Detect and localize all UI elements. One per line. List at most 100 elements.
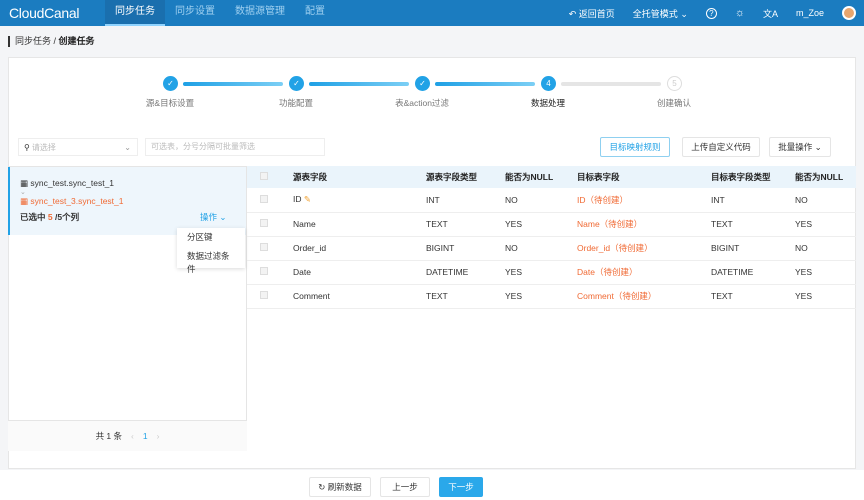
col-header: 能否为NULL	[505, 166, 577, 188]
select-all-checkbox[interactable]	[260, 172, 268, 180]
cell: ID（待创建）	[577, 188, 711, 213]
batch-ops-button[interactable]: 批量操作 ⌄	[769, 137, 831, 157]
cell: TEXT	[426, 212, 505, 237]
primary-key-icon: ✎	[303, 194, 311, 205]
avatar[interactable]	[842, 6, 856, 20]
table-row: Order_id BIGINT NO Order_id（待创建） BIGINT NO	[247, 236, 856, 261]
step-label: 创建确认	[656, 98, 692, 108]
nav-sync-settings[interactable]: 同步设置	[165, 0, 225, 26]
field-mapping-table: 源表字段 源表字段类型 能否为NULL 目标表字段 目标表字段类型 能否为NUL…	[247, 166, 856, 309]
cell: DATETIME	[426, 260, 505, 285]
row-checkbox[interactable]	[260, 291, 268, 299]
translate-icon[interactable]: 文A	[763, 7, 778, 20]
row-checkbox[interactable]	[260, 219, 268, 227]
cell: TEXT	[711, 212, 795, 237]
cell: BIGINT	[711, 236, 795, 261]
step-connector	[561, 82, 661, 86]
cell: YES	[505, 212, 577, 237]
row-checkbox[interactable]	[260, 194, 268, 203]
step-4-number: 4	[541, 76, 556, 91]
cell: INT	[711, 188, 795, 213]
step-connector	[183, 82, 283, 86]
table-filter-input[interactable]: 可选表，分号分隔可批量筛选	[145, 138, 325, 156]
row-checkbox[interactable]	[260, 267, 268, 275]
refresh-button[interactable]: ↻ 刷新数据	[309, 477, 371, 497]
step-5-number: 5	[667, 76, 682, 91]
col-header: 能否为NULL	[795, 166, 856, 188]
chevron-down-icon: ⌄	[124, 142, 131, 152]
step-connector	[309, 82, 409, 86]
row-checkbox[interactable]	[260, 243, 268, 251]
step-1-check-icon: ✓	[163, 76, 178, 91]
ops-dropdown[interactable]: 操作 ⌄	[200, 211, 227, 223]
cell: NO	[795, 236, 856, 261]
col-header: 目标表字段	[577, 166, 711, 188]
next-page-icon[interactable]: ›	[157, 431, 160, 441]
cell: TEXT	[426, 284, 505, 309]
cell: Order_id	[293, 236, 426, 261]
logo: CloudCanal	[9, 5, 80, 21]
table-item[interactable]: ▦ sync_test.sync_test_1 ⌄ ▦ sync_test_3.…	[8, 167, 246, 235]
cell: BIGINT	[426, 236, 505, 261]
step-label: 功能配置	[278, 98, 314, 108]
next-step-button[interactable]: 下一步	[439, 477, 483, 497]
table-icon: ▦	[20, 178, 31, 188]
step-2-check-icon: ✓	[289, 76, 304, 91]
step-connector	[435, 82, 535, 86]
cell: NO	[505, 188, 577, 213]
table-header: 源表字段 源表字段类型 能否为NULL 目标表字段 目标表字段类型 能否为NUL…	[247, 166, 856, 188]
cell: NO	[795, 188, 856, 213]
cell: Name（待创建）	[577, 212, 711, 237]
mapping-rule-button[interactable]: 目标映射规则	[600, 137, 670, 157]
table-select[interactable]: ⚲ 请选择 ⌄	[18, 138, 138, 156]
back-home-link[interactable]: ↶ 返回首页	[569, 7, 615, 20]
menu-data-filter[interactable]: 数据过滤条件	[177, 247, 245, 279]
cell: NO	[505, 236, 577, 261]
cell: Order_id（待创建）	[577, 236, 711, 261]
cell: YES	[795, 212, 856, 237]
upload-code-button[interactable]: 上传自定义代码	[682, 137, 760, 157]
cell: ID ✎	[293, 188, 426, 213]
target-table-icon: ▦	[20, 196, 31, 206]
help-icon[interactable]: ?	[705, 7, 717, 19]
pagination: 共 1 条 ‹ 1 ›	[8, 420, 247, 451]
menu-partition-key[interactable]: 分区键	[177, 228, 245, 247]
prev-page-icon[interactable]: ‹	[131, 431, 134, 441]
cell: Date（待创建）	[577, 260, 711, 285]
step-label: 源&目标设置	[145, 98, 195, 108]
cell: YES	[505, 260, 577, 285]
page-1[interactable]: 1	[143, 431, 148, 441]
cell: Date	[293, 260, 426, 285]
username[interactable]: m_Zoe	[796, 8, 824, 18]
nav-sync-tasks[interactable]: 同步任务	[105, 0, 165, 26]
search-icon: ⚲	[24, 142, 30, 152]
cell: Comment（待创建）	[577, 284, 711, 309]
nav-datasource[interactable]: 数据源管理	[225, 0, 295, 26]
footer-bar: ↻ 刷新数据 上一步 下一步	[0, 470, 864, 500]
breadcrumb-parent[interactable]: 同步任务	[15, 36, 51, 46]
step-3-check-icon: ✓	[415, 76, 430, 91]
table-list: ▦ sync_test.sync_test_1 ⌄ ▦ sync_test_3.…	[8, 166, 247, 450]
cell: DATETIME	[711, 260, 795, 285]
back-icon: ↶	[568, 8, 579, 19]
prev-step-button[interactable]: 上一步	[380, 477, 430, 497]
mode-dropdown[interactable]: 全托管模式 ⌄	[633, 7, 688, 20]
cell: TEXT	[711, 284, 795, 309]
breadcrumb-current: 创建任务	[58, 36, 95, 46]
cell: YES	[795, 284, 856, 309]
table-row: Name TEXT YES Name（待创建） TEXT YES	[247, 212, 856, 237]
step-label: 数据处理	[530, 98, 566, 108]
cell: YES	[505, 284, 577, 309]
step-label: 表&action过滤	[395, 98, 449, 108]
cell: Name	[293, 212, 426, 237]
breadcrumb: 同步任务 / 创建任务	[8, 36, 95, 47]
cell: Comment	[293, 284, 426, 309]
cell: INT	[426, 188, 505, 213]
theme-icon[interactable]: ☼	[735, 7, 745, 19]
refresh-icon: ↻	[318, 482, 328, 492]
col-header: 源表字段类型	[426, 166, 505, 188]
nav-config[interactable]: 配置	[295, 0, 335, 26]
col-header: 源表字段	[293, 166, 426, 188]
ops-menu: 分区键 数据过滤条件	[177, 228, 245, 274]
arrow-down-icon: ⌄	[20, 189, 26, 196]
